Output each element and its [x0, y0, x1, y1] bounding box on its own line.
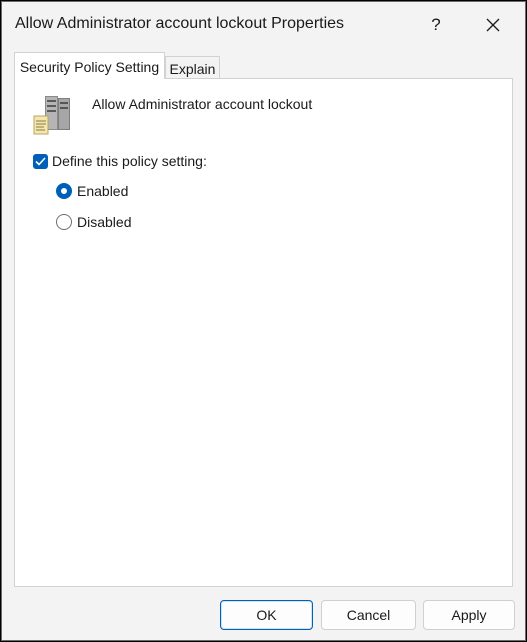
define-policy-checkbox[interactable] [33, 153, 48, 169]
tab-panel: Allow Administrator account lockout Defi… [14, 78, 513, 587]
policy-name: Allow Administrator account lockout [92, 96, 313, 112]
option-enabled[interactable]: Enabled [56, 183, 128, 199]
title-bar: Allow Administrator account lockout Prop… [2, 2, 525, 48]
enabled-label: Enabled [77, 183, 129, 199]
disabled-radio[interactable] [56, 214, 72, 230]
close-icon [486, 18, 500, 32]
define-policy-setting[interactable]: Define this policy setting: [33, 153, 207, 169]
server-policy-icon [33, 96, 70, 135]
cancel-button[interactable]: Cancel [321, 600, 416, 630]
ok-button[interactable]: OK [220, 600, 313, 630]
properties-dialog: Allow Administrator account lockout Prop… [1, 1, 526, 641]
option-disabled[interactable]: Disabled [56, 214, 131, 230]
checkmark-icon [35, 156, 46, 166]
disabled-label: Disabled [77, 214, 132, 230]
window-title: Allow Administrator account lockout Prop… [15, 15, 345, 32]
help-button[interactable]: ? [416, 8, 456, 42]
close-button[interactable] [473, 8, 513, 42]
tab-security-policy-setting[interactable]: Security Policy Setting [14, 52, 165, 79]
define-policy-label: Define this policy setting: [52, 153, 207, 169]
tab-explain[interactable]: Explain [165, 56, 220, 78]
apply-button[interactable]: Apply [423, 600, 515, 630]
enabled-radio[interactable] [56, 183, 72, 199]
